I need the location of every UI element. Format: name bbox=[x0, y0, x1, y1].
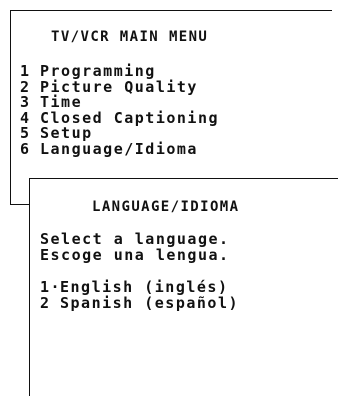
language-prompt: Select a language. Escoge una lengua. bbox=[40, 231, 230, 264]
language-option-spanish[interactable]: 2 Spanish (español) bbox=[40, 293, 240, 312]
menu-item-label: Language/Idioma bbox=[40, 139, 198, 158]
language-options-list: 1·English (inglés) 2 Spanish (español) bbox=[40, 279, 240, 312]
tv-vcr-main-menu-screen: TV/VCR MAIN MENU 1 Programming 2 Picture Q… bbox=[10, 10, 332, 205]
option-label: Spanish (español) bbox=[60, 293, 240, 312]
main-menu-list: 1 Programming 2 Picture Quality 3 Time 4 Clo… bbox=[20, 63, 219, 158]
menu-item-language-idioma[interactable]: 6 Language/Idioma bbox=[20, 139, 219, 158]
option-number: 2 bbox=[40, 293, 51, 312]
main-menu-title: TV/VCR MAIN MENU bbox=[51, 29, 209, 45]
prompt-spanish: Escoge una lengua. bbox=[40, 245, 230, 264]
language-idioma-screen: LANGUAGE/IDIOMA Select a language. Escog… bbox=[29, 178, 338, 396]
language-menu-title: LANGUAGE/IDIOMA bbox=[92, 199, 240, 215]
menu-item-number: 6 bbox=[20, 139, 31, 158]
